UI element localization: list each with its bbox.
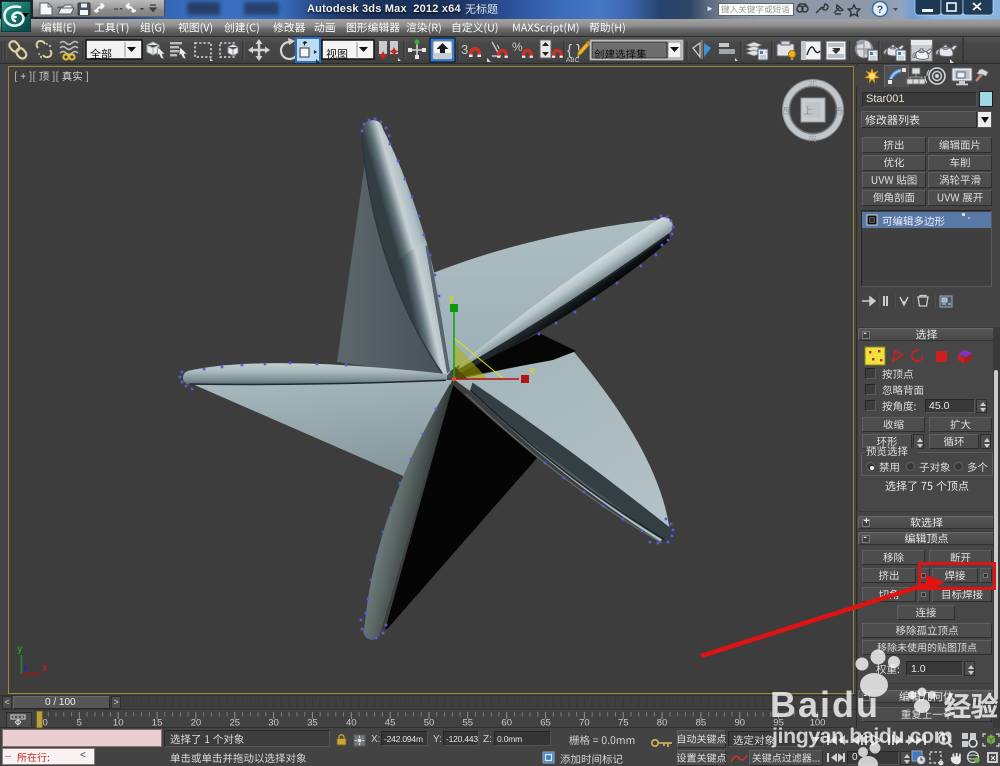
- svg-text:100: 100: [810, 718, 826, 729]
- svg-text:75: 75: [618, 718, 629, 729]
- svg-text:0: 0: [43, 718, 48, 729]
- svg-text:3: 3: [461, 42, 468, 57]
- svg-text:25: 25: [230, 718, 241, 729]
- svg-text:85: 85: [696, 718, 707, 729]
- svg-text:ABC: ABC: [566, 57, 580, 63]
- svg-text:20: 20: [191, 718, 202, 729]
- svg-text:30: 30: [268, 718, 279, 729]
- svg-text:65: 65: [540, 718, 551, 729]
- svg-text:35: 35: [307, 718, 318, 729]
- svg-text:%: %: [512, 40, 523, 54]
- svg-text:95: 95: [773, 718, 784, 729]
- svg-text:50: 50: [424, 718, 435, 729]
- svg-text:y: y: [449, 293, 454, 303]
- svg-text:?: ?: [877, 4, 884, 16]
- svg-text:10: 10: [113, 718, 124, 729]
- svg-text:45: 45: [385, 718, 396, 729]
- svg-text:70: 70: [579, 718, 590, 729]
- svg-text:5: 5: [77, 718, 82, 729]
- svg-text:80: 80: [657, 718, 668, 729]
- svg-text:60: 60: [501, 718, 512, 729]
- svg-text:15: 15: [152, 718, 163, 729]
- svg-text:55: 55: [463, 718, 474, 729]
- svg-text:90: 90: [735, 718, 746, 729]
- svg-text:40: 40: [346, 718, 357, 729]
- svg-text:x: x: [530, 365, 535, 375]
